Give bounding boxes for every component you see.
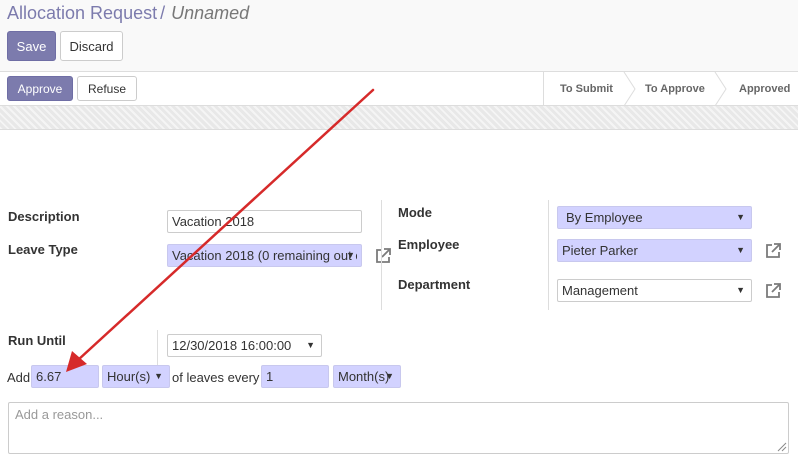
- status-step-to-approve[interactable]: To Approve: [645, 72, 705, 106]
- employee-label: Employee: [398, 237, 460, 252]
- control-panel: Allocation Request / Unnamed Save Discard: [0, 0, 798, 72]
- run-until-label: Run Until: [8, 333, 66, 348]
- department-select[interactable]: Management ▼: [557, 279, 752, 302]
- column-divider: [548, 200, 549, 310]
- interval-unit-select[interactable]: Month(s) ▼: [333, 365, 401, 388]
- caret-down-icon: ▼: [736, 212, 745, 222]
- interval-input[interactable]: 1: [261, 365, 329, 388]
- number-per-interval-input[interactable]: 6.67: [31, 365, 99, 388]
- breadcrumb-current: Unnamed: [171, 3, 250, 23]
- step-chevron-icon: [623, 72, 636, 106]
- discard-button[interactable]: Discard: [60, 31, 123, 61]
- column-divider: [381, 200, 382, 310]
- caret-down-icon: ▼: [736, 285, 745, 295]
- caret-down-icon: ▼: [346, 250, 355, 260]
- reason-textarea[interactable]: [8, 402, 789, 454]
- external-link-icon[interactable]: [763, 241, 783, 261]
- resize-handle-icon[interactable]: [777, 442, 787, 452]
- status-step-to-submit[interactable]: To Submit: [560, 72, 613, 106]
- leave-type-label: Leave Type: [8, 242, 78, 257]
- approve-button[interactable]: Approve: [7, 76, 73, 101]
- add-label: Add: [7, 370, 31, 385]
- breadcrumb: Allocation Request / Unnamed: [7, 3, 249, 24]
- statusbar: Approve Refuse To Submit To Approve Appr…: [0, 72, 798, 106]
- description-label: Description: [8, 209, 80, 224]
- save-button[interactable]: Save: [7, 31, 56, 61]
- department-label: Department: [398, 277, 471, 292]
- caret-down-icon: ▼: [306, 340, 315, 350]
- breadcrumb-separator: /: [160, 3, 166, 23]
- employee-select[interactable]: Pieter Parker ▼: [557, 239, 752, 262]
- status-steps: To Submit To Approve Approved: [543, 72, 798, 106]
- mode-label: Mode: [398, 205, 432, 220]
- refuse-button[interactable]: Refuse: [77, 76, 137, 101]
- external-link-icon[interactable]: [763, 281, 783, 301]
- sheet-background: [0, 106, 798, 130]
- description-input[interactable]: Vacation 2018: [167, 210, 362, 233]
- caret-down-icon: ▼: [154, 371, 163, 381]
- every-label: of leaves every: [172, 370, 260, 385]
- leave-type-select[interactable]: Vacation 2018 (0 remaining out of 0 hour…: [167, 244, 362, 267]
- run-until-datetime[interactable]: 12/30/2018 16:00:00 ▼: [167, 334, 322, 357]
- unit-select[interactable]: Hour(s) ▼: [102, 365, 170, 388]
- caret-down-icon: ▼: [736, 245, 745, 255]
- external-link-icon[interactable]: [373, 246, 393, 266]
- caret-down-icon: ▼: [385, 371, 394, 381]
- mode-select[interactable]: By Employee ▼: [557, 206, 752, 229]
- status-step-approved[interactable]: Approved: [739, 72, 790, 106]
- breadcrumb-parent[interactable]: Allocation Request: [7, 3, 157, 23]
- step-chevron-icon: [714, 72, 727, 106]
